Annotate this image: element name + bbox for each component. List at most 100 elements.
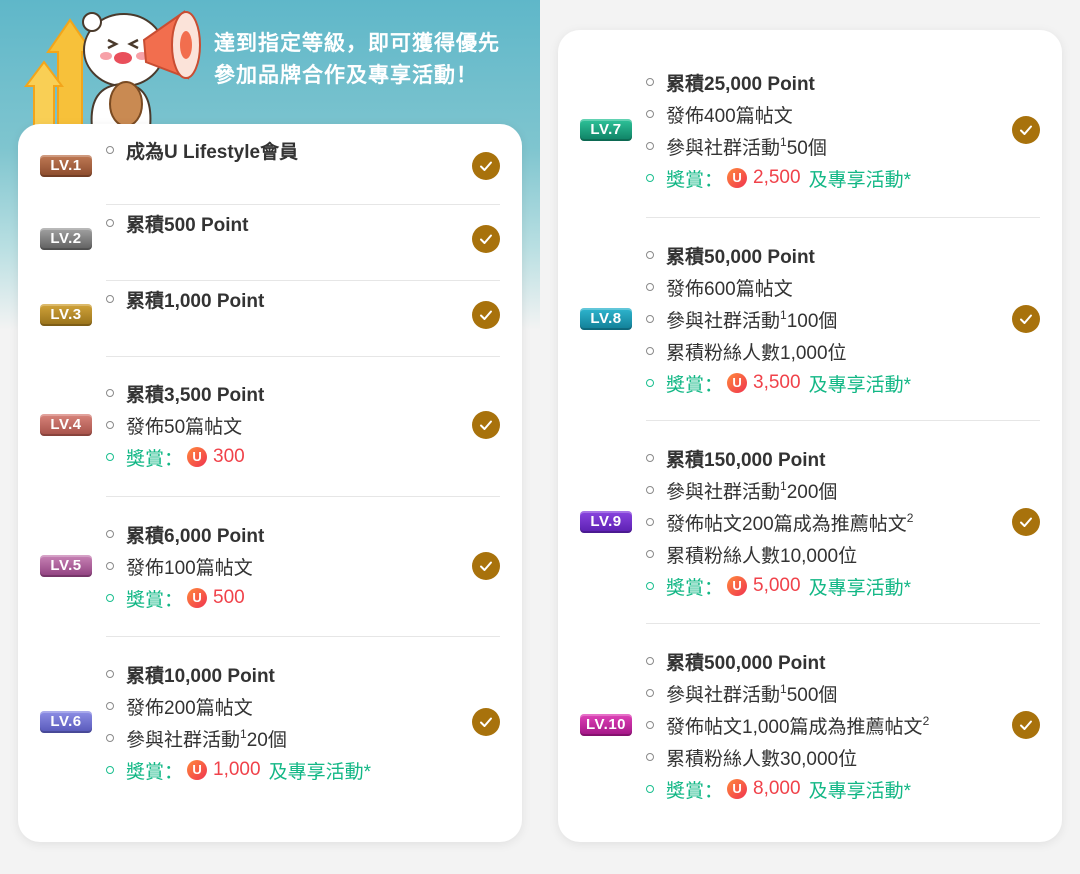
requirement-text: 累積6,000 Point (126, 525, 265, 547)
bullet-icon (646, 174, 654, 182)
check-icon (472, 301, 500, 329)
level-badge: LV.1 (40, 155, 92, 177)
requirement-count: 200個 (786, 481, 838, 503)
requirement-item: 參與社群活動 1 20個 (106, 722, 458, 754)
requirement-text: 發佈100篇帖文 (126, 557, 253, 579)
requirement-text: 累積粉絲人數30,000位 (666, 748, 858, 770)
requirement-text: 發佈200篇帖文 (126, 697, 253, 719)
bullet-icon (106, 453, 114, 461)
hero-line-2: 參加品牌合作及專享活動！ (214, 64, 478, 87)
reward-extra: 及專享活動* (808, 374, 911, 396)
bullet-icon (106, 295, 114, 303)
reward-item: 獎賞： U 1,000 及專享活動* (106, 754, 458, 786)
requirement-text: 參與社群活動 (666, 481, 781, 503)
requirement-text: 參與社群活動 (666, 310, 781, 332)
level-badge: LV.6 (40, 711, 92, 733)
level-badge: LV.5 (40, 555, 92, 577)
requirement-text: 參與社群活動 (666, 684, 781, 706)
bullet-icon (646, 379, 654, 387)
requirement-text: 累積10,000 Point (126, 665, 275, 687)
requirement-item: 發佈帖文1,000篇成為推薦帖文 2 (646, 709, 998, 741)
u-coin-icon: U (187, 760, 208, 780)
requirement-text: 累積500,000 Point (666, 652, 826, 674)
check-icon (1012, 305, 1040, 333)
reward-label: 獎賞： (666, 577, 724, 599)
reward-amount: 1,000 (213, 759, 261, 780)
u-coin-icon: U (187, 447, 208, 467)
requirement-text: 參與社群活動 (666, 137, 781, 159)
level-badge: LV.9 (580, 511, 632, 533)
bear-megaphone-illustration (24, 10, 201, 128)
requirement-item: 發佈400篇帖文 (646, 98, 998, 130)
requirement-count: 100個 (786, 310, 838, 332)
reward-item: 獎賞： U 3,500 及專享活動* (646, 367, 998, 399)
hero-headline: 達到指定等級，即可獲得優先 參加品牌合作及專享活動！ (214, 28, 524, 92)
level-badge: LV.10 (580, 714, 632, 736)
level-row-2: LV.2 累積500 Point (18, 207, 522, 271)
reward-label: 獎賞： (126, 761, 184, 783)
requirements-list: 累積6,000 Point 發佈100篇帖文獎賞： U 500 (106, 518, 458, 614)
bullet-icon (646, 753, 654, 761)
row-divider (646, 420, 1040, 421)
requirements-list: 累積500 Point (106, 207, 458, 239)
requirement-text: 累積1,000 Point (126, 290, 265, 312)
reward-label: 獎賞： (126, 448, 184, 470)
requirement-text: 參與社群活動 (126, 729, 241, 751)
requirement-item: 累積粉絲人數1,000位 (646, 335, 998, 367)
bullet-icon (106, 421, 114, 429)
requirement-text: 成為U Lifestyle會員 (126, 141, 299, 163)
reward-amount: 2,500 (753, 167, 801, 188)
bullet-icon (106, 766, 114, 774)
reward-amount: 500 (213, 587, 245, 608)
check-icon (472, 411, 500, 439)
u-coin-icon: U (727, 373, 748, 393)
reward-extra: 及專享活動* (808, 169, 911, 191)
level-row-10: LV.10 累積500,000 Point 參與社群活動 1 500個 發佈帖文1,000… (558, 645, 1062, 805)
level-badge: LV.8 (580, 308, 632, 330)
requirements-list: 累積1,000 Point (106, 283, 458, 315)
u-coin-icon: U (727, 779, 748, 799)
requirements-list: 累積50,000 Point 發佈600篇帖文 參與社群活動 1 100個 累積粉絲人數1… (646, 239, 998, 399)
row-divider (106, 280, 500, 281)
requirement-text: 累積3,500 Point (126, 384, 265, 406)
check-icon (1012, 711, 1040, 739)
bullet-icon (646, 251, 654, 259)
footnote-marker: 1 (780, 308, 787, 322)
bullet-icon (646, 110, 654, 118)
requirement-item: 累積25,000 Point (646, 66, 998, 98)
u-coin-icon: U (727, 576, 748, 596)
row-divider (106, 204, 500, 205)
reward-item: 獎賞： U 500 (106, 582, 458, 614)
requirement-text: 累積500 Point (126, 214, 249, 236)
level-row-6: LV.6 累積10,000 Point 發佈200篇帖文 參與社群活動 1 20個 獎賞： U… (18, 658, 522, 786)
requirement-item: 參與社群活動 1 100個 (646, 303, 998, 335)
row-divider (106, 356, 500, 357)
row-divider (646, 217, 1040, 218)
footnote-marker: 1 (780, 479, 787, 493)
reward-label: 獎賞： (666, 374, 724, 396)
requirement-item: 累積粉絲人數10,000位 (646, 538, 998, 570)
bullet-icon (106, 389, 114, 397)
requirement-item: 累積10,000 Point (106, 658, 458, 690)
reward-label: 獎賞： (666, 780, 724, 802)
requirement-item: 累積3,500 Point (106, 377, 458, 409)
footnote-marker: 1 (780, 682, 787, 696)
bullet-icon (646, 550, 654, 558)
row-divider (646, 623, 1040, 624)
row-divider (106, 496, 500, 497)
footnote-marker: 1 (780, 135, 787, 149)
requirement-text: 發佈帖文1,000篇成為推薦帖文 (666, 716, 923, 738)
bullet-icon (106, 594, 114, 602)
bullet-icon (106, 734, 114, 742)
row-divider (106, 636, 500, 637)
reward-extra: 及專享活動* (808, 780, 911, 802)
reward-item: 獎賞： U 2,500 及專享活動* (646, 162, 998, 194)
requirements-list: 成為U Lifestyle會員 (106, 134, 458, 166)
bullet-icon (646, 785, 654, 793)
requirements-list: 累積3,500 Point 發佈50篇帖文 獎賞： U 300 (106, 377, 458, 473)
bullet-icon (646, 454, 654, 462)
reward-extra: 及專享活動* (268, 761, 371, 783)
requirement-text: 發佈帖文200篇成為推薦帖文 (666, 513, 907, 535)
level-row-8: LV.8 累積50,000 Point 發佈600篇帖文 參與社群活動 1 100個 累積粉… (558, 239, 1062, 399)
requirement-item: 參與社群活動 1 500個 (646, 677, 998, 709)
